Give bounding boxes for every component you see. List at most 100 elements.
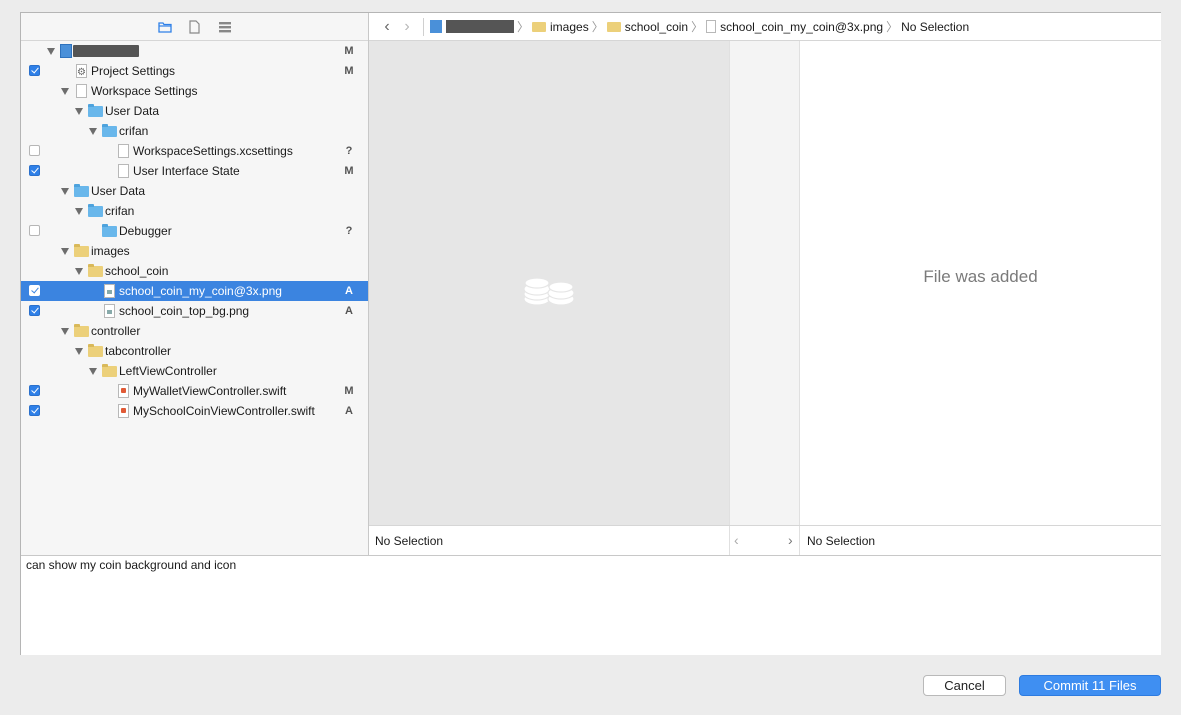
include-checkbox[interactable] (29, 305, 40, 316)
disclosure-triangle-icon[interactable] (89, 368, 97, 375)
tree-row-label: MyWalletViewController.swift (133, 384, 287, 398)
tree-row-controller[interactable]: controller (21, 321, 368, 341)
tree-row-project-settings[interactable]: Project Settings M (21, 61, 368, 83)
status-badge: M (344, 165, 354, 177)
tree-row-label: images (91, 244, 130, 258)
status-badge: A (345, 285, 353, 297)
yellow-folder-icon (102, 364, 117, 377)
tree-row-debugger[interactable]: Debugger ? (21, 221, 368, 241)
next-change-icon[interactable]: › (788, 532, 793, 548)
breadcrumb-label: images (550, 19, 589, 34)
tree-row-crifan-2[interactable]: crifan (21, 201, 368, 221)
tree-row-user-data-2[interactable]: User Data (21, 181, 368, 201)
yellow-folder-icon (88, 344, 103, 357)
disclosure-triangle-icon[interactable] (61, 328, 69, 335)
file-added-message: File was added (923, 267, 1038, 286)
yellow-folder-icon (74, 324, 89, 337)
disclosure-triangle-icon[interactable] (61, 188, 69, 195)
blue-folder-icon (88, 204, 103, 217)
png-file-icon (104, 284, 115, 298)
swift-file-icon (118, 384, 129, 398)
forward-arrow-icon[interactable]: › (397, 18, 417, 36)
breadcrumb-selection[interactable]: No Selection (901, 20, 969, 34)
folder-icon[interactable] (157, 19, 173, 35)
breadcrumb-label: school_coin (624, 19, 689, 34)
commit-button[interactable]: Commit 11 Files (1019, 675, 1161, 696)
tree-row-images[interactable]: images (21, 241, 368, 261)
back-arrow-icon[interactable]: ‹ (377, 18, 397, 36)
disclosure-triangle-icon[interactable] (75, 208, 83, 215)
blue-folder-icon (74, 184, 89, 197)
include-checkbox[interactable] (29, 225, 40, 236)
cancel-button[interactable]: Cancel (923, 675, 1006, 696)
disclosure-triangle-icon[interactable] (89, 128, 97, 135)
tree-row-label: controller (91, 324, 141, 338)
chevron-right-icon: 〉 (691, 20, 704, 34)
tree-row-label: LeftViewController (119, 364, 217, 378)
include-checkbox[interactable] (29, 285, 40, 296)
tree-row-user-data[interactable]: User Data (21, 101, 368, 121)
include-checkbox[interactable] (29, 165, 40, 176)
blue-folder-icon (88, 104, 103, 117)
status-badge: ? (345, 225, 353, 237)
png-file-icon (706, 20, 717, 33)
tree-row-left-view-controller[interactable]: LeftViewController (21, 361, 368, 381)
tree-row-label: crifan (105, 204, 135, 218)
disclosure-triangle-icon[interactable] (61, 248, 69, 255)
disclosure-triangle-icon[interactable] (75, 108, 83, 115)
divider (423, 17, 424, 36)
breadcrumb-school-coin[interactable]: school_coin (606, 19, 689, 34)
status-badge: A (345, 405, 353, 417)
settings-file-icon (76, 63, 87, 83)
coins-image-icon (523, 277, 575, 306)
status-badge: M (344, 385, 354, 397)
include-checkbox[interactable] (29, 405, 40, 416)
tree-row-workspace-settings[interactable]: Workspace Settings (21, 81, 368, 101)
include-checkbox[interactable] (29, 145, 40, 156)
disclosure-triangle-icon[interactable] (47, 48, 55, 55)
status-badge: M (344, 45, 354, 57)
breadcrumb-project[interactable] (430, 20, 514, 33)
tree-row-label: Debugger (119, 224, 172, 238)
jump-bar: ‹ › 〉 images 〉 school_coin 〉 school_coin… (369, 13, 1161, 41)
yellow-folder-icon (532, 21, 547, 32)
commit-message-field[interactable]: can show my coin background and icon (21, 555, 1161, 655)
swift-file-icon (118, 404, 129, 418)
tree-row-label: school_coin_my_coin@3x.png (119, 284, 282, 298)
yellow-folder-icon (74, 244, 89, 257)
include-checkbox[interactable] (29, 385, 40, 396)
preview-footer: No Selection ‹ › No Selection (369, 525, 1161, 556)
blue-folder-icon (102, 124, 117, 137)
tree-row-school-coin-my-coin[interactable]: school_coin_my_coin@3x.png A (21, 281, 368, 301)
tree-row-my-school-coin-vc[interactable]: MySchoolCoinViewController.swift A (21, 401, 368, 421)
sidebar-toolbar (21, 13, 368, 41)
include-checkbox[interactable] (29, 65, 40, 76)
commit-sheet: M Project Settings M Workspace Settings … (20, 12, 1161, 655)
tree-row-workspace-xcsettings[interactable]: WorkspaceSettings.xcsettings ? (21, 141, 368, 161)
disclosure-triangle-icon[interactable] (75, 348, 83, 355)
tree-row-crifan[interactable]: crifan (21, 121, 368, 141)
file-sidebar: M Project Settings M Workspace Settings … (21, 13, 369, 555)
local-preview-pane (369, 41, 729, 525)
change-navigator: ‹ › (729, 526, 800, 556)
right-selection-label: No Selection (807, 534, 876, 548)
disclosure-triangle-icon[interactable] (75, 268, 83, 275)
file-icon[interactable] (187, 19, 203, 35)
status-badge: A (345, 305, 353, 317)
workspace-icon (76, 84, 87, 98)
tree-row-project[interactable]: M (21, 41, 368, 61)
breadcrumb-label: No Selection (901, 19, 970, 34)
tree-row-school-coin[interactable]: school_coin (21, 261, 368, 281)
file-tree: M Project Settings M Workspace Settings … (21, 41, 368, 421)
left-selection-label: No Selection (375, 534, 444, 548)
previous-change-icon[interactable]: ‹ (734, 532, 739, 548)
tree-row-tabcontroller[interactable]: tabcontroller (21, 341, 368, 361)
breadcrumb-file[interactable]: school_coin_my_coin@3x.png (706, 20, 883, 34)
tree-row-school-coin-top-bg[interactable]: school_coin_top_bg.png A (21, 301, 368, 321)
tree-row-my-wallet-vc[interactable]: MyWalletViewController.swift M (21, 381, 368, 401)
list-icon[interactable] (217, 19, 233, 35)
chevron-right-icon: 〉 (591, 20, 604, 34)
breadcrumb-images[interactable]: images (532, 20, 589, 34)
tree-row-user-interface-state[interactable]: User Interface State M (21, 161, 368, 181)
disclosure-triangle-icon[interactable] (61, 88, 69, 95)
